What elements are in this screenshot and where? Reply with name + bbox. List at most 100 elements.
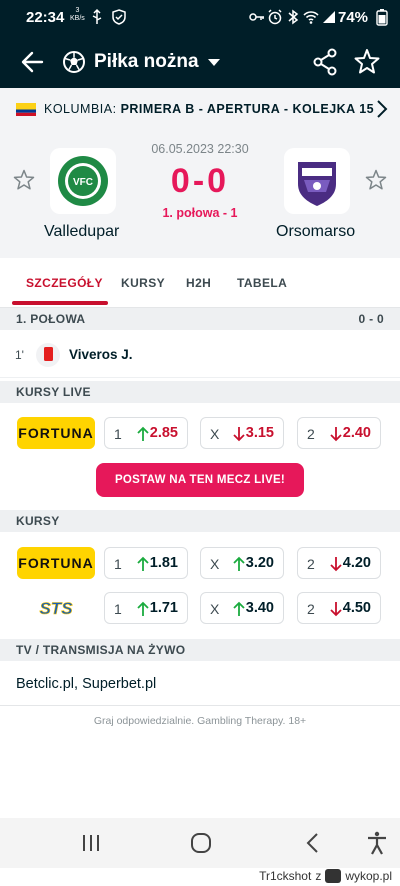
fortuna-logo[interactable]: FORTUNA bbox=[17, 417, 95, 449]
sts-logo-text: STS bbox=[39, 599, 73, 618]
network-speed-value: 3 bbox=[75, 7, 80, 14]
wifi-icon bbox=[303, 11, 319, 24]
credit: Tr1ckshot z wykop.pl bbox=[259, 869, 392, 883]
incident-player[interactable]: Viveros J. bbox=[69, 347, 133, 362]
tv-header: TV / TRANSMISJA NA ŻYWO bbox=[0, 639, 400, 661]
app-bar: Piłka nożna bbox=[0, 36, 400, 88]
first-half-score: 0 - 0 bbox=[358, 312, 384, 326]
system-nav-bar bbox=[0, 818, 400, 868]
odd-away[interactable]: 2 4.50 bbox=[297, 592, 381, 624]
tab-h2h[interactable]: H2H bbox=[186, 276, 211, 290]
status-bar: 22:34 3 KB/s 74% bbox=[0, 0, 400, 36]
odd-label: 2 bbox=[307, 426, 315, 442]
odd-draw[interactable]: X 3.40 bbox=[200, 592, 284, 624]
credit-joiner: z bbox=[315, 869, 322, 883]
odd-home[interactable]: 1 1.81 bbox=[104, 547, 188, 579]
odd-label: X bbox=[210, 426, 220, 442]
arrow-up-icon bbox=[137, 556, 149, 571]
match-header: VFC 06.05.2023 22:30 0-0 1. połowa - 1 V… bbox=[0, 130, 400, 258]
league-row[interactable]: KOLUMBIA: PRIMERA B - APERTURA - KOLEJKA… bbox=[0, 88, 400, 130]
recent-apps-icon[interactable] bbox=[78, 830, 104, 856]
battery-percent: 74% bbox=[338, 9, 369, 26]
colombia-flag-icon bbox=[16, 103, 36, 116]
soccer-ball-icon bbox=[63, 51, 85, 73]
credit-user: Tr1ckshot bbox=[259, 869, 312, 883]
tv-channels[interactable]: Betclic.pl, Superbet.pl bbox=[16, 676, 156, 692]
alarm-icon bbox=[268, 9, 282, 25]
back-icon[interactable] bbox=[300, 830, 326, 856]
first-half-header: 1. POŁOWA 0 - 0 bbox=[0, 308, 400, 330]
away-team-name[interactable]: Orsomarso bbox=[276, 223, 355, 241]
odd-value: 2.40 bbox=[342, 425, 371, 441]
responsible-gambling-note: Graj odpowiedzialnie. Gambling Therapy. … bbox=[93, 715, 307, 727]
odd-label: 1 bbox=[114, 601, 122, 617]
star-icon[interactable] bbox=[350, 44, 384, 80]
live-odds-header: KURSY LIVE bbox=[0, 381, 400, 403]
first-half-title: 1. POŁOWA bbox=[16, 312, 86, 326]
chevron-right-icon bbox=[377, 100, 388, 118]
red-card-icon bbox=[36, 343, 60, 367]
back-arrow-icon[interactable] bbox=[14, 44, 54, 80]
home-team-name[interactable]: Valledupar bbox=[44, 223, 119, 241]
tab-table[interactable]: TABELA bbox=[237, 276, 287, 290]
odd-label: 2 bbox=[307, 556, 315, 572]
live-odd-away[interactable]: 2 2.40 bbox=[297, 417, 381, 449]
odd-value: 3.15 bbox=[245, 425, 274, 441]
odd-label: 1 bbox=[114, 556, 122, 572]
odd-value: 2.85 bbox=[149, 425, 178, 441]
fortuna-logo[interactable]: FORTUNA bbox=[17, 547, 95, 579]
active-tab-indicator bbox=[12, 301, 108, 305]
sport-selector[interactable]: Piłka nożna bbox=[62, 44, 221, 80]
bluetooth-icon bbox=[288, 9, 299, 25]
incident-row[interactable]: 1' Viveros J. bbox=[0, 332, 400, 378]
league-competition: PRIMERA B - APERTURA - KOLEJKA 15 bbox=[120, 102, 375, 116]
odd-value: 3.40 bbox=[245, 600, 274, 616]
odd-value: 1.71 bbox=[149, 600, 178, 616]
odd-label: X bbox=[210, 601, 220, 617]
arrow-up-icon bbox=[233, 556, 245, 571]
tab-bar: SZCZEGÓŁY KURSY H2H TABELA bbox=[0, 262, 400, 308]
odds-header: KURSY bbox=[0, 510, 400, 532]
orsomarso-crest-icon bbox=[298, 162, 336, 206]
usb-icon bbox=[92, 8, 102, 24]
shield-check-icon bbox=[112, 9, 126, 25]
away-team-logo[interactable] bbox=[284, 148, 350, 214]
tab-details[interactable]: SZCZEGÓŁY bbox=[26, 276, 103, 290]
credit-site: wykop.pl bbox=[345, 869, 392, 883]
sts-logo[interactable]: STS bbox=[17, 592, 95, 624]
odd-label: X bbox=[210, 556, 220, 572]
battery-icon bbox=[376, 9, 388, 26]
dropdown-caret-icon bbox=[207, 59, 220, 66]
home-icon[interactable] bbox=[188, 830, 214, 856]
arrow-down-icon bbox=[330, 427, 342, 442]
odd-home[interactable]: 1 1.71 bbox=[104, 592, 188, 624]
divider bbox=[0, 705, 400, 706]
odd-label: 2 bbox=[307, 601, 315, 617]
key-icon bbox=[249, 13, 264, 21]
away-favorite-star-icon[interactable] bbox=[364, 168, 388, 192]
odds-title: KURSY bbox=[16, 514, 60, 528]
incident-minute: 1' bbox=[15, 348, 24, 362]
odd-away[interactable]: 2 4.20 bbox=[297, 547, 381, 579]
live-odd-home[interactable]: 1 2.85 bbox=[104, 417, 188, 449]
arrow-up-icon bbox=[137, 426, 149, 441]
arrow-down-icon bbox=[330, 557, 342, 572]
arrow-down-icon bbox=[330, 602, 342, 617]
league-country: KOLUMBIA: bbox=[44, 102, 117, 116]
tv-title: TV / TRANSMISJA NA ŻYWO bbox=[16, 643, 186, 657]
bet-live-button[interactable]: POSTAW NA TEN MECZ LIVE! bbox=[96, 463, 304, 497]
odd-value: 4.20 bbox=[342, 555, 371, 571]
network-speed-unit: KB/s bbox=[70, 15, 85, 22]
arrow-up-icon bbox=[137, 601, 149, 616]
odd-label: 1 bbox=[114, 426, 122, 442]
sport-title: Piłka nożna bbox=[94, 51, 199, 72]
live-odd-draw[interactable]: X 3.15 bbox=[200, 417, 284, 449]
live-odds-title: KURSY LIVE bbox=[16, 385, 91, 399]
accessibility-icon[interactable] bbox=[364, 830, 390, 856]
tab-odds[interactable]: KURSY bbox=[121, 276, 165, 290]
odd-value: 3.20 bbox=[245, 555, 274, 571]
network-speed: 3 KB/s bbox=[70, 7, 85, 23]
share-icon[interactable] bbox=[308, 44, 342, 80]
footer: Tr1ckshot z wykop.pl bbox=[0, 868, 400, 886]
odd-draw[interactable]: X 3.20 bbox=[200, 547, 284, 579]
